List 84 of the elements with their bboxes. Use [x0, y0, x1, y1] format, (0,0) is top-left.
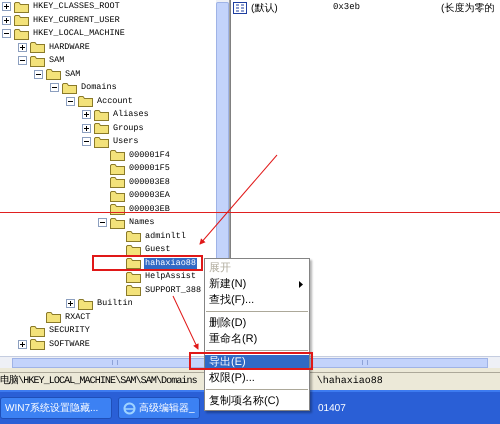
- expand-icon[interactable]: [18, 340, 27, 349]
- expand-icon[interactable]: [2, 2, 11, 12]
- folder-icon: [78, 95, 93, 108]
- collapse-icon[interactable]: [34, 70, 43, 79]
- folder-icon: [110, 190, 125, 202]
- folder-icon: [110, 216, 125, 229]
- expand-icon[interactable]: [2, 16, 11, 25]
- tree-item[interactable]: Names: [128, 217, 156, 228]
- folder-icon: [46, 68, 61, 80]
- folder-icon: [94, 122, 109, 134]
- folder-icon: [94, 136, 109, 148]
- expand-icon[interactable]: [18, 42, 27, 52]
- value-description: (长度为零的: [441, 2, 494, 16]
- menu-item[interactable]: 删除(D): [205, 316, 309, 330]
- folder-icon: [30, 324, 45, 337]
- folder-icon: [126, 230, 141, 242]
- folder-icon: [110, 162, 125, 175]
- folder-icon: [126, 257, 141, 270]
- folder-icon: [30, 54, 45, 67]
- folder-icon: [110, 176, 125, 188]
- folder-icon: [126, 284, 141, 296]
- expand-icon[interactable]: [82, 110, 91, 120]
- menu-item[interactable]: 查找(F)...: [205, 293, 309, 307]
- folder-icon: [14, 14, 29, 26]
- status-path: \hahaxiao88: [316, 374, 383, 389]
- tree-item[interactable]: SAM: [48, 55, 66, 66]
- tree-item[interactable]: 000003EB: [128, 204, 171, 215]
- folder-icon: [14, 0, 29, 13]
- menu-item[interactable]: 导出(E): [205, 355, 309, 369]
- menu-item[interactable]: 权限(P)...: [205, 371, 309, 385]
- taskbar-button[interactable]: WIN7系统设置隐藏...: [0, 397, 112, 419]
- tree-item[interactable]: Groups: [112, 122, 145, 134]
- folder-icon: [126, 270, 141, 283]
- tree-item[interactable]: hahaxiao88: [144, 258, 198, 269]
- status-path: 电脑\HKEY_LOCAL_MACHINE\SAM\SAM\Domains: [0, 374, 197, 389]
- folder-icon: [94, 108, 109, 121]
- menu-item[interactable]: 重命名(R): [205, 332, 309, 346]
- collapse-icon[interactable]: [2, 29, 11, 38]
- tree-item[interactable]: Guest: [144, 244, 172, 256]
- tree-item[interactable]: 000003EA: [128, 190, 171, 202]
- tree-item[interactable]: HARDWARE: [48, 42, 91, 53]
- tree-item[interactable]: 000003E8: [128, 176, 171, 188]
- menu-item[interactable]: 新建(N): [205, 277, 309, 291]
- tree-item[interactable]: HKEY_CLASSES_ROOT: [32, 1, 121, 12]
- folder-icon: [126, 244, 141, 256]
- taskbar-button[interactable]: 高级编辑器_: [118, 397, 200, 419]
- folder-icon: [30, 338, 45, 350]
- tree-item[interactable]: HKEY_LOCAL_MACHINE: [32, 28, 126, 40]
- menu-item[interactable]: 复制项名称(C): [205, 394, 309, 408]
- expand-icon[interactable]: [66, 299, 75, 308]
- collapse-icon[interactable]: [50, 83, 59, 92]
- tree-item[interactable]: 000001F5: [128, 163, 171, 174]
- folder-icon: [14, 28, 29, 40]
- tree-item[interactable]: 000001F4: [128, 150, 171, 161]
- collapse-icon[interactable]: [82, 137, 91, 146]
- folder-icon: [62, 82, 77, 94]
- value-name: (默认): [251, 2, 279, 16]
- tree-item[interactable]: adminltl: [144, 230, 187, 242]
- tree-item[interactable]: Domains: [80, 82, 118, 94]
- tree-item[interactable]: SAM: [64, 68, 82, 80]
- tree-item[interactable]: SOFTWARE: [48, 338, 91, 350]
- tree-item[interactable]: RXACT: [64, 312, 92, 323]
- folder-icon: [110, 149, 125, 162]
- folder-icon: [46, 311, 61, 324]
- value-data: 0x3eb: [333, 1, 362, 14]
- tree-item[interactable]: Users: [112, 136, 140, 148]
- collapse-icon[interactable]: [98, 218, 107, 228]
- tree-item[interactable]: Account: [96, 96, 134, 107]
- expand-icon[interactable]: [82, 124, 91, 133]
- annotation-arrow: [172, 296, 199, 350]
- collapse-icon[interactable]: [18, 56, 27, 66]
- folder-icon: [78, 298, 93, 310]
- tree-item[interactable]: Aliases: [112, 109, 150, 120]
- tree-item[interactable]: HKEY_CURRENT_USER: [32, 14, 121, 26]
- collapse-icon[interactable]: [66, 96, 75, 106]
- tree-item[interactable]: HelpAssist: [144, 271, 198, 282]
- tree-item[interactable]: SECURITY: [48, 325, 91, 336]
- taskbar-button[interactable]: 01407: [314, 397, 350, 419]
- tree-item[interactable]: Builtin: [96, 298, 134, 310]
- folder-icon: [110, 203, 125, 216]
- browser-icon: [123, 402, 136, 414]
- tree-item[interactable]: SUPPORT_388: [144, 284, 202, 296]
- folder-icon: [30, 41, 45, 54]
- submenu-arrow-icon: [299, 280, 303, 288]
